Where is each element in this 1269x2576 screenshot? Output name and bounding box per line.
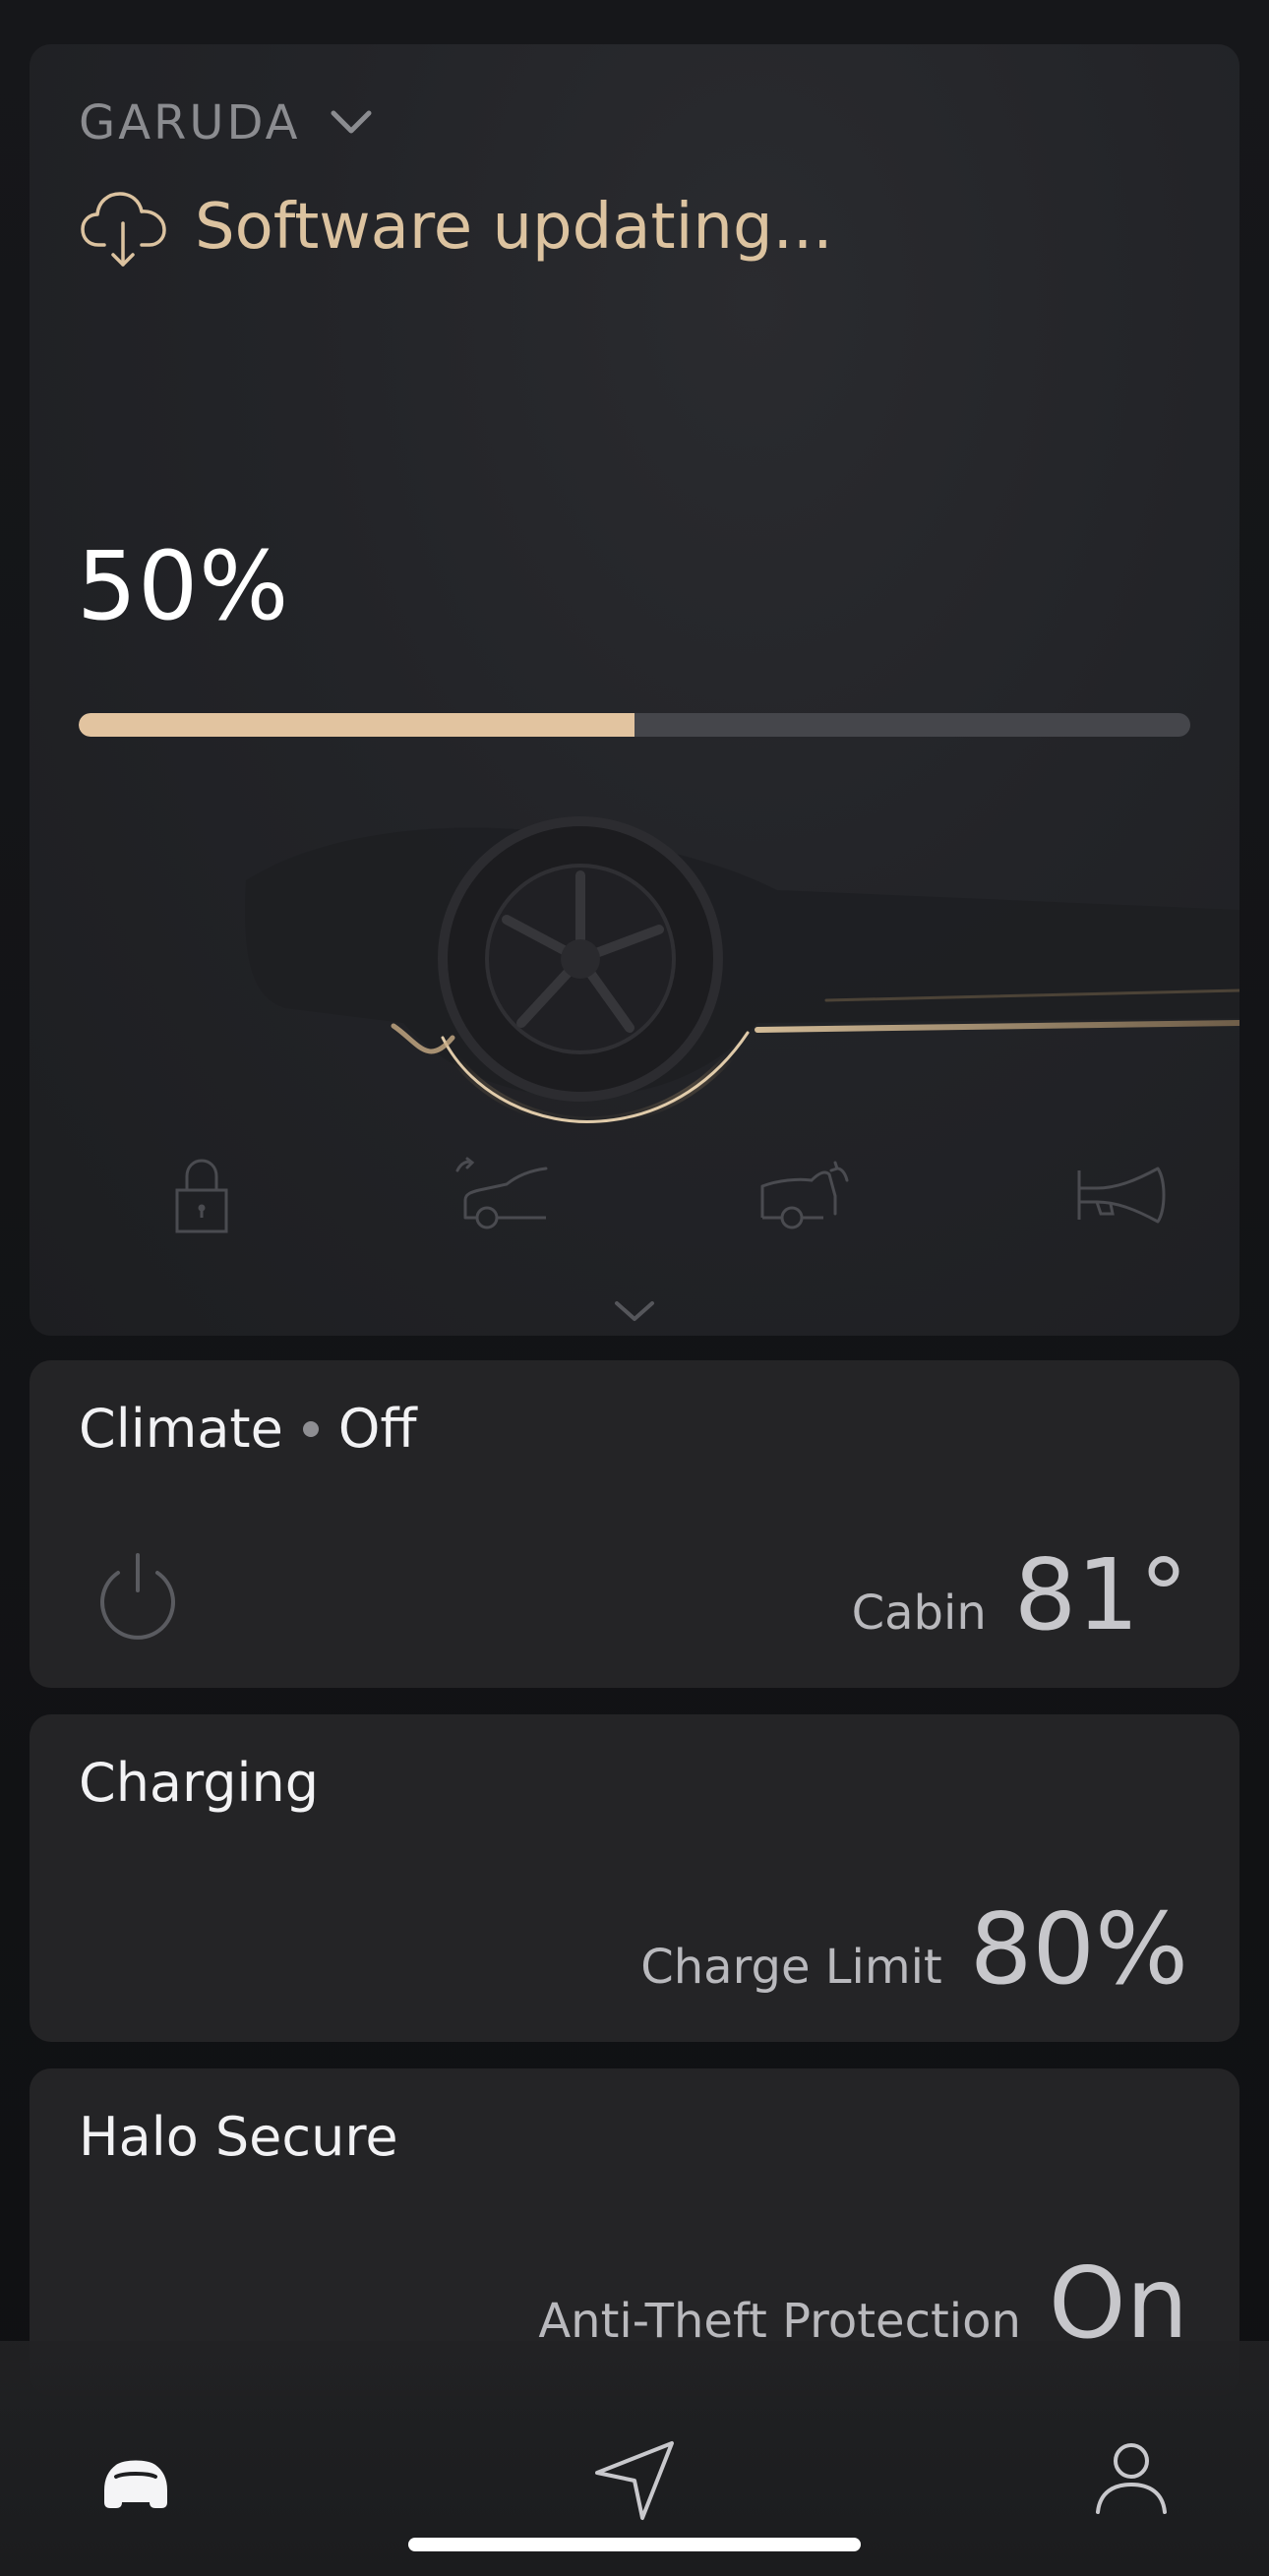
- expand-chevron-icon[interactable]: [605, 1291, 664, 1331]
- horn-icon: [1077, 1167, 1166, 1224]
- separator-dot: [302, 1420, 319, 1437]
- home-indicator[interactable]: [408, 2538, 861, 2551]
- vehicle-selector[interactable]: GARUDA: [79, 95, 375, 150]
- trunk-icon: [760, 1161, 849, 1229]
- tab-navigation[interactable]: [575, 2420, 694, 2538]
- frunk-button[interactable]: [443, 1136, 561, 1254]
- climate-title-row: Climate Off: [79, 1398, 417, 1460]
- vehicle-name: GARUDA: [79, 95, 301, 150]
- car-icon: [104, 2460, 167, 2508]
- navigation-icon: [595, 2441, 674, 2520]
- cabin-label: Cabin: [851, 1586, 987, 1641]
- vehicle-screen: GARUDA Software updating... 50% Climate …: [0, 0, 1269, 2576]
- lock-button[interactable]: [143, 1136, 261, 1254]
- cloud-download-icon: [81, 192, 166, 267]
- climate-card[interactable]: Climate Off Cabin 81°: [30, 1360, 1239, 1688]
- tab-profile[interactable]: [1072, 2420, 1190, 2538]
- vehicle-hero-card: GARUDA Software updating... 50%: [30, 44, 1239, 1336]
- update-progress-bar: [79, 713, 1190, 737]
- power-icon[interactable]: [89, 1547, 187, 1646]
- chevron-down-icon: [331, 110, 372, 134]
- charge-limit-label: Charge Limit: [640, 1940, 942, 1995]
- frunk-icon: [455, 1157, 548, 1229]
- trunk-button[interactable]: [748, 1136, 866, 1254]
- update-status: Software updating...: [79, 182, 833, 272]
- update-progress-fill: [79, 713, 634, 737]
- quick-actions: [30, 1136, 1239, 1264]
- lock-icon: [175, 1159, 228, 1233]
- profile-icon: [1096, 2443, 1167, 2514]
- tab-vehicle[interactable]: [77, 2420, 195, 2538]
- security-title: Halo Secure: [79, 2106, 398, 2168]
- cabin-temperature: Cabin 81°: [852, 1537, 1188, 1652]
- horn-button[interactable]: [1062, 1136, 1180, 1254]
- climate-state: Off: [337, 1398, 417, 1460]
- cabin-value: 81°: [1013, 1537, 1188, 1652]
- charging-card[interactable]: Charging Charge Limit 80%: [30, 1714, 1239, 2042]
- charge-limit-value: 80%: [969, 1891, 1188, 2007]
- charge-limit: Charge Limit 80%: [640, 1891, 1188, 2007]
- charging-title: Charging: [79, 1752, 320, 1814]
- update-percent: 50%: [77, 531, 290, 641]
- update-status-text: Software updating...: [195, 191, 833, 264]
- climate-title: Climate: [79, 1398, 283, 1460]
